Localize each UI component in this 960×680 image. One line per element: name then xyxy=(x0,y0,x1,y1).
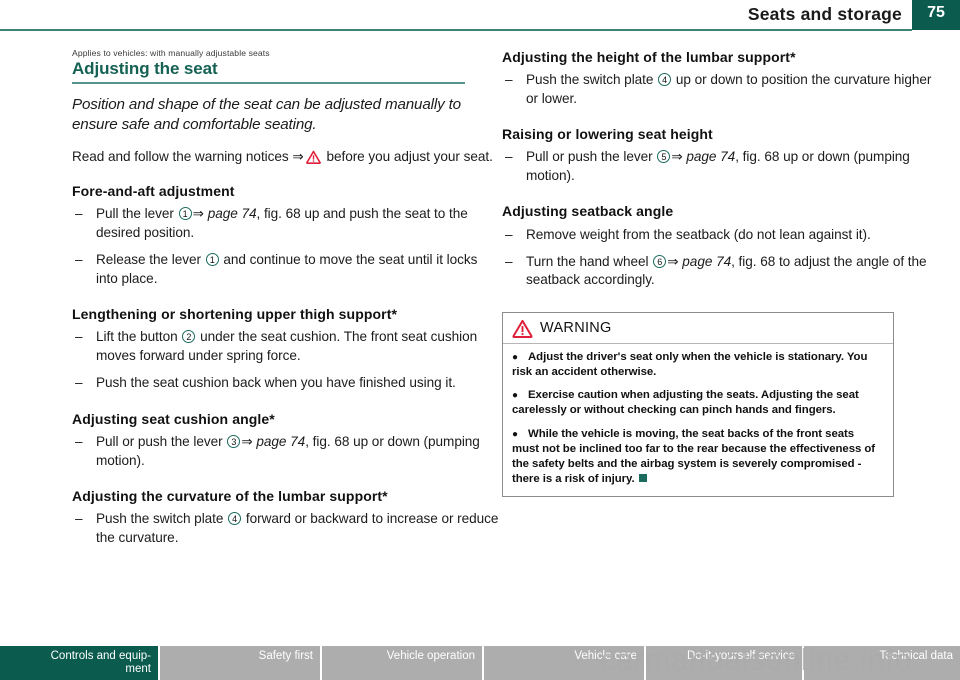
warning-box: WARNING ● Adjust the driver's seat only w… xyxy=(502,311,894,498)
subsection-heading: Adjusting seatback angle xyxy=(502,203,674,220)
page-cross-reference[interactable]: page 74 xyxy=(208,206,257,221)
footer-tab-controls-and-equip-ment[interactable]: Controls and equip-ment xyxy=(0,646,160,680)
warning-body: ● Adjust the driver's seat only when the … xyxy=(503,344,893,496)
right-sections: Adjusting the height of the lumbar suppo… xyxy=(502,48,932,290)
instruction-item: – Remove weight from the seatback (do not… xyxy=(502,226,932,244)
bullet-icon: ● xyxy=(512,428,518,440)
cross-reference-arrow-icon: ⇒ xyxy=(292,148,304,164)
dash-bullet-icon: – xyxy=(75,434,83,450)
manual-page: Seats and storage 75 Applies to vehicles… xyxy=(0,0,960,680)
footer-tab-label: Controls and equip- xyxy=(50,650,151,662)
instruction-list: – Pull or push the lever 5 ⇒ page 74, fig.… xyxy=(502,148,932,185)
instruction-item: – Pull or push the lever 5 ⇒ page 74, fig.… xyxy=(505,149,910,183)
dash-bullet-icon: – xyxy=(75,511,83,527)
page-cross-reference[interactable]: page 74 xyxy=(256,434,305,449)
page-header: Seats and storage 75 xyxy=(0,0,960,32)
warning-triangle-icon xyxy=(305,150,321,164)
section-title-rule xyxy=(72,82,465,84)
page-cross-reference[interactable]: page 74 xyxy=(686,149,735,164)
reference-number-5: 5 xyxy=(657,150,671,164)
dash-bullet-icon: – xyxy=(505,226,513,242)
subsection-heading: Lengthening or shortening upper thigh su… xyxy=(72,306,398,323)
instruction-list: – Remove weight from the seatback (do not… xyxy=(502,226,932,290)
instruction-item: – Pull the lever 1 ⇒ page 74, fig. 68 up a… xyxy=(75,206,468,240)
footer-tab-technical-data[interactable]: Technical data xyxy=(804,646,960,680)
dash-bullet-icon: – xyxy=(505,253,513,269)
instruction-list: – Pull the lever 1 ⇒ page 74, fig. 68 up a… xyxy=(72,205,502,288)
warning-triangle-icon xyxy=(512,319,533,338)
subsection-heading: Fore-and-aft adjustment xyxy=(72,183,235,200)
instruction-list: – Lift the button 2 under the seat cushio… xyxy=(72,328,502,392)
warning-label: WARNING xyxy=(540,320,612,337)
footer-tab-label: Technical data xyxy=(879,650,953,662)
reference-number-4: 4 xyxy=(658,73,672,87)
reference-number-6: 6 xyxy=(653,254,667,268)
footer-tab-vehicle-operation[interactable]: Vehicle operation xyxy=(322,646,484,680)
dash-bullet-icon: – xyxy=(75,206,83,222)
warning-bullet-list: ● Adjust the driver's seat only when the … xyxy=(512,350,884,487)
cross-reference-arrow-icon: ⇒ xyxy=(671,149,683,165)
subsection-heading: Adjusting the height of the lumbar suppo… xyxy=(502,49,796,65)
instruction-list: – Push the switch plate 4 forward or back… xyxy=(72,510,502,547)
footer-tab-label: Vehicle care xyxy=(574,650,637,662)
footer-tab-do-it-yourself-service[interactable]: Do-it-yourself service xyxy=(646,646,804,680)
applies-to-note: Applies to vehicles: with manually adjus… xyxy=(72,48,270,58)
section-title: Adjusting the seat xyxy=(72,59,218,78)
cross-reference-arrow-icon: ⇒ xyxy=(192,206,204,222)
footer-nav[interactable]: Controls and equip-ment Safety first Vehic… xyxy=(0,646,960,680)
subsection-heading: Adjusting seat cushion angle* xyxy=(72,410,275,427)
right-column: Adjusting the height of the lumbar suppo… xyxy=(502,48,932,498)
subsection-heading: Adjusting the curvature of the lumbar su… xyxy=(72,488,388,505)
reference-number-4: 4 xyxy=(228,512,242,526)
header-rule xyxy=(0,29,912,31)
reference-number-1: 1 xyxy=(178,207,192,221)
footer-tab-label: Vehicle operation xyxy=(386,650,475,662)
footer-tab-label: Do-it-yourself service xyxy=(687,650,795,662)
instruction-item: – Lift the button 2 under the seat cushio… xyxy=(75,329,478,363)
cross-reference-arrow-icon: ⇒ xyxy=(667,253,679,269)
warning-bullet: ● While the vehicle is moving, the seat b… xyxy=(512,427,876,486)
page-title: Seats and storage xyxy=(747,4,902,24)
instruction-item: – Push the seat cushion back when you hav… xyxy=(72,374,502,392)
warning-header: WARNING xyxy=(503,313,893,344)
warning-notice-paragraph: Read and follow the warning notices ⇒ be… xyxy=(72,148,493,164)
left-sections: Fore-and-aft adjustment – Pull the lever 1… xyxy=(72,182,502,547)
bullet-icon: ● xyxy=(512,390,518,402)
warning-bullet: ● Exercise caution when adjusting the sea… xyxy=(512,389,859,417)
dash-bullet-icon: – xyxy=(505,72,513,88)
instruction-item: – Release the lever 1 and continue to mov… xyxy=(75,252,478,286)
end-of-section-marker xyxy=(638,474,647,483)
instruction-list: – Pull or push the lever 3 ⇒ page 74, fig.… xyxy=(72,433,502,470)
left-column: Applies to vehicles: with manually adjus… xyxy=(72,48,502,561)
instruction-list: – Push the switch plate 4 up or down to p… xyxy=(502,71,932,108)
dash-bullet-icon: – xyxy=(75,375,83,391)
dash-bullet-icon: – xyxy=(75,329,83,345)
subsection-heading: Raising or lowering seat height xyxy=(502,126,713,143)
reference-number-1: 1 xyxy=(205,253,219,267)
warning-bullet: ● Adjust the driver's seat only when the … xyxy=(512,350,868,379)
footer-tab-vehicle-care[interactable]: Vehicle care xyxy=(484,646,646,680)
bullet-icon: ● xyxy=(512,351,518,363)
page-cross-reference[interactable]: page 74 xyxy=(682,254,731,269)
footer-tab-safety-first[interactable]: Safety first xyxy=(160,646,322,680)
page-number: 75 xyxy=(927,4,945,21)
instruction-item: – Push the switch plate 4 forward or back… xyxy=(75,511,499,545)
reference-number-2: 2 xyxy=(182,330,196,344)
instruction-item: – Push the switch plate 4 up or down to p… xyxy=(505,72,932,106)
section-lead: Position and shape of the seat can be ad… xyxy=(72,95,461,133)
footer-tab-label: ment xyxy=(125,662,151,675)
dash-bullet-icon: – xyxy=(505,149,513,165)
reference-number-3: 3 xyxy=(227,435,241,449)
instruction-item: – Pull or push the lever 3 ⇒ page 74, fig.… xyxy=(75,434,480,468)
footer-tab-label: Safety first xyxy=(258,650,313,662)
cross-reference-arrow-icon: ⇒ xyxy=(241,434,253,450)
page-number-box: 75 xyxy=(912,0,960,30)
instruction-item: – Turn the hand wheel 6 ⇒ page 74, fig. 68… xyxy=(505,253,927,288)
dash-bullet-icon: – xyxy=(75,252,83,268)
